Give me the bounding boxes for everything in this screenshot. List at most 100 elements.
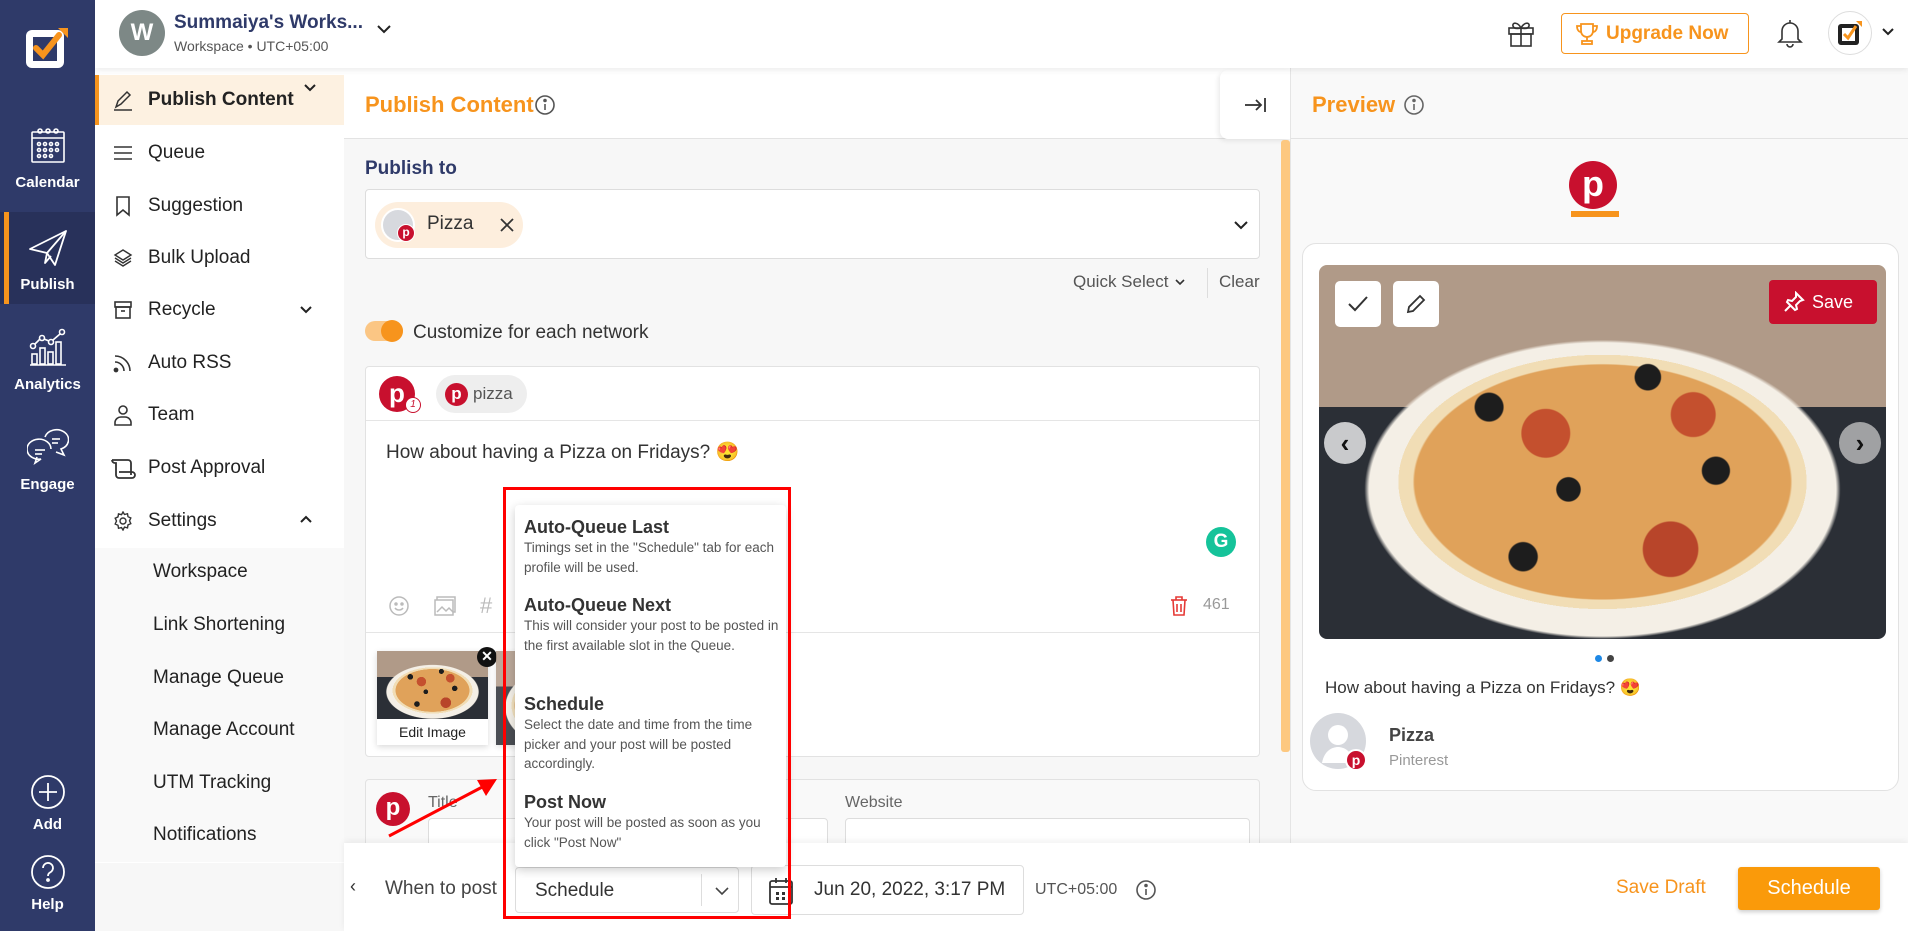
rail-item-calendar[interactable]: Calendar bbox=[0, 124, 95, 204]
user-avatar[interactable] bbox=[1828, 11, 1872, 55]
carousel-dot[interactable] bbox=[1607, 655, 1614, 662]
left-rail: Calendar Publish Analytics Engage Add He… bbox=[0, 0, 95, 931]
composer-scrollbar[interactable] bbox=[1281, 140, 1290, 752]
edit-pin-button[interactable] bbox=[1393, 281, 1439, 327]
image-upload-icon[interactable] bbox=[433, 595, 457, 617]
subnav-item-suggestion[interactable]: Suggestion bbox=[95, 180, 344, 232]
divider bbox=[701, 874, 702, 906]
bell-icon[interactable] bbox=[1776, 18, 1804, 48]
board-chip[interactable]: p pizza bbox=[436, 375, 527, 413]
rail-label: Calendar bbox=[15, 174, 80, 191]
preview-title: Preview bbox=[1312, 92, 1396, 117]
settings-item-notifications[interactable]: Notifications bbox=[153, 824, 257, 846]
pencil-icon bbox=[110, 87, 136, 113]
quick-select-label: Quick Select bbox=[1073, 272, 1169, 291]
pinterest-preview-tab-icon[interactable]: p bbox=[1569, 161, 1617, 209]
annotation-arrow-icon bbox=[388, 779, 497, 838]
info-icon[interactable] bbox=[534, 94, 556, 116]
subnav-item-team[interactable]: Team bbox=[95, 389, 344, 441]
workspace-chevron-down-icon[interactable] bbox=[375, 20, 393, 38]
pin-save-button[interactable]: Save bbox=[1769, 280, 1877, 324]
chevron-up-icon[interactable] bbox=[298, 511, 314, 527]
settings-item-workspace[interactable]: Workspace bbox=[153, 561, 248, 583]
save-draft-button[interactable]: Save Draft bbox=[1616, 877, 1706, 899]
menu-option-auto-queue-last[interactable]: Auto-Queue Last Timings set in the "Sche… bbox=[524, 517, 779, 577]
calendar-icon bbox=[26, 124, 70, 168]
subnav-item-post-approval[interactable]: Post Approval bbox=[95, 442, 344, 494]
datetime-picker[interactable]: Jun 20, 2022, 3:17 PM bbox=[751, 865, 1024, 915]
subnav-item-recycle[interactable]: Recycle bbox=[95, 284, 344, 336]
rail-label: Engage bbox=[20, 476, 75, 493]
gift-icon[interactable] bbox=[1506, 18, 1536, 48]
menu-option-post-now[interactable]: Post Now Your post will be posted as soo… bbox=[524, 792, 779, 852]
menu-option-auto-queue-next[interactable]: Auto-Queue Next This will consider your … bbox=[524, 595, 779, 655]
chat-bubbles-icon bbox=[26, 426, 70, 470]
carousel-dot-active[interactable] bbox=[1595, 655, 1602, 662]
workspace-avatar[interactable]: W bbox=[119, 10, 165, 56]
pin-preview-card: Save ‹ › How about having a Pizza on Fri… bbox=[1302, 243, 1899, 791]
schedule-button[interactable]: Schedule bbox=[1738, 867, 1880, 910]
preview-header: Preview bbox=[1291, 68, 1908, 139]
remove-account-close-icon[interactable] bbox=[499, 217, 515, 233]
rail-item-analytics[interactable]: Analytics bbox=[0, 326, 95, 406]
option-description: This will consider your post to be poste… bbox=[524, 618, 779, 653]
quick-select-dropdown[interactable]: Quick Select bbox=[1073, 272, 1186, 292]
remove-media-close-icon[interactable]: ✕ bbox=[477, 647, 497, 667]
option-description: Select the date and time from the time p… bbox=[524, 717, 753, 771]
collapse-sidebar-chevron-left-icon[interactable]: ‹ bbox=[344, 848, 362, 924]
workspace-name[interactable]: Summaiya's Works... bbox=[174, 12, 363, 34]
rail-item-help[interactable]: Help bbox=[0, 850, 95, 913]
app-logo[interactable] bbox=[22, 22, 74, 74]
publish-to-label: Publish to bbox=[365, 158, 457, 179]
rail-item-add[interactable]: Add bbox=[0, 770, 95, 833]
subnav-item-queue[interactable]: Queue bbox=[95, 127, 344, 179]
settings-submenu: Workspace Link Shortening Manage Queue M… bbox=[95, 548, 344, 862]
subnav-item-settings[interactable]: Settings bbox=[95, 495, 344, 547]
user-menu-chevron-down-icon[interactable] bbox=[1880, 24, 1896, 40]
top-header: W Summaiya's Works... Workspace • UTC+05… bbox=[95, 0, 1908, 68]
preview-panel: Preview p Save ‹ › How about having a Pi… bbox=[1290, 68, 1908, 843]
hashtag-icon[interactable]: # bbox=[480, 593, 492, 619]
subnav-label: Settings bbox=[148, 510, 217, 531]
grammarly-icon[interactable]: G bbox=[1206, 527, 1236, 557]
rail-item-engage[interactable]: Engage bbox=[0, 426, 95, 506]
rail-item-publish[interactable]: Publish bbox=[0, 212, 95, 304]
settings-item-link-shortening[interactable]: Link Shortening bbox=[153, 614, 285, 636]
chevron-down-icon[interactable] bbox=[1233, 217, 1249, 233]
post-text-editor[interactable]: How about having a Pizza on Fridays? 😍 bbox=[386, 440, 739, 464]
check-icon bbox=[1347, 295, 1369, 313]
composer-title: Publish Content bbox=[365, 92, 534, 117]
post-timing-select[interactable]: Schedule bbox=[515, 867, 739, 913]
menu-option-schedule[interactable]: Schedule Select the date and time from t… bbox=[524, 694, 779, 774]
settings-item-manage-queue[interactable]: Manage Queue bbox=[153, 667, 284, 689]
rail-label: Add bbox=[32, 816, 63, 833]
subnav-item-auto-rss[interactable]: Auto RSS bbox=[95, 337, 344, 389]
subnav-item-bulk-upload[interactable]: Bulk Upload bbox=[95, 232, 344, 284]
pinterest-badge-icon: p bbox=[397, 224, 415, 242]
media-thumbnail[interactable]: Edit Image bbox=[377, 651, 488, 745]
emoji-icon[interactable] bbox=[388, 595, 410, 617]
scroll-icon bbox=[110, 455, 136, 481]
collapse-preview-button[interactable] bbox=[1220, 70, 1290, 139]
carousel-prev-chevron-left-icon[interactable]: ‹ bbox=[1324, 422, 1366, 464]
trash-icon[interactable] bbox=[1169, 595, 1189, 617]
clear-button[interactable]: Clear bbox=[1219, 272, 1260, 292]
subnav-item-publish-content[interactable]: Publish Content bbox=[95, 75, 344, 125]
option-title: Auto-Queue Last bbox=[524, 517, 670, 537]
settings-item-utm-tracking[interactable]: UTM Tracking bbox=[153, 772, 271, 794]
upgrade-now-button[interactable]: Upgrade Now bbox=[1561, 13, 1749, 54]
account-selector[interactable]: p Pizza bbox=[365, 189, 1260, 259]
customize-toggle[interactable] bbox=[365, 320, 403, 342]
info-icon[interactable] bbox=[1403, 94, 1425, 116]
gear-icon bbox=[110, 508, 136, 534]
selected-account-chip: p Pizza bbox=[375, 202, 523, 248]
select-check-button[interactable] bbox=[1335, 281, 1381, 327]
edit-image-button[interactable]: Edit Image bbox=[377, 724, 488, 740]
settings-item-manage-account[interactable]: Manage Account bbox=[153, 719, 295, 741]
subnav-label: Post Approval bbox=[148, 457, 266, 478]
carousel-next-chevron-right-icon[interactable]: › bbox=[1839, 422, 1881, 464]
arrow-to-right-icon bbox=[1243, 95, 1267, 115]
info-icon[interactable] bbox=[1135, 879, 1157, 901]
trophy-icon bbox=[1574, 21, 1600, 47]
chevron-down-icon[interactable] bbox=[298, 302, 314, 318]
